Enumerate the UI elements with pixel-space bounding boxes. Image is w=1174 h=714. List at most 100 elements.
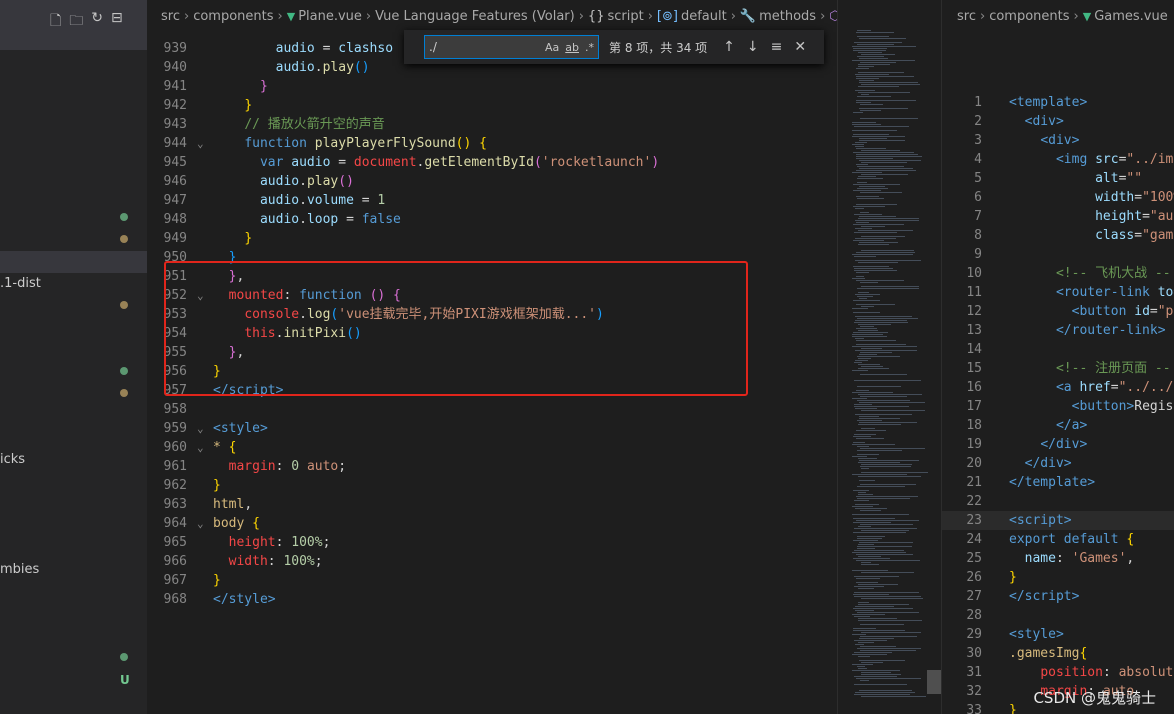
breadcrumb-src[interactable]: src (957, 9, 976, 24)
git-status-dot (120, 213, 128, 221)
minimap-line (861, 696, 926, 697)
find-in-selection-icon[interactable]: ≡ (771, 39, 783, 55)
minimap-line (855, 504, 879, 505)
minimap-line (853, 300, 880, 301)
minimap-line (861, 530, 909, 531)
minimap-line (858, 92, 910, 93)
file-item[interactable]: mbies (0, 562, 39, 577)
close-icon[interactable]: ✕ (794, 39, 806, 55)
minimap-line (858, 292, 869, 293)
minimap-line (861, 94, 869, 95)
minimap-line (852, 124, 881, 125)
minimap-line (855, 208, 864, 209)
minimap-line (852, 144, 864, 145)
minimap-line (855, 644, 864, 645)
scrollbar-thumb[interactable] (927, 670, 941, 694)
minimap-line (858, 642, 874, 643)
minimap-line (858, 364, 880, 365)
minimap-line (855, 320, 907, 321)
minimap-line (856, 204, 897, 205)
minimap-line (860, 680, 869, 681)
selected-file-row[interactable] (0, 251, 147, 273)
minimap-line (856, 678, 921, 679)
watermark: CSDN @鬼鬼骑士 (1033, 689, 1156, 707)
minimap-line (859, 418, 900, 419)
minimap-line (856, 32, 894, 33)
minimap-line (859, 140, 905, 141)
minimap-line (852, 552, 906, 553)
editor-games-vue[interactable]: src › components › ▼ Games.vue 1 <template> … (941, 0, 1174, 714)
minimap[interactable] (837, 0, 941, 714)
minimap-line (854, 684, 907, 685)
breadcrumb-script[interactable]: script (607, 9, 643, 24)
minimap-line (854, 586, 884, 587)
minimap-line (861, 562, 871, 563)
new-file-icon[interactable]: 🗋 (50, 10, 61, 34)
minimap-line (853, 332, 888, 333)
find-query[interactable]: ./ (429, 40, 539, 54)
collapse-all-icon[interactable]: ⊟ (111, 10, 123, 34)
minimap-line (854, 322, 908, 323)
file-item[interactable]: .1-dist (0, 276, 41, 291)
minimap-line (859, 638, 894, 639)
next-match-icon[interactable]: ↓ (747, 39, 759, 55)
minimap-line (860, 212, 869, 213)
breadcrumb-methods[interactable]: methods (759, 9, 816, 24)
minimap-line (860, 650, 916, 651)
match-count: 第 8 项，共 34 项 (609, 40, 708, 55)
minimap-line (857, 356, 900, 357)
minimap-line (855, 228, 872, 229)
minimap-line (859, 186, 885, 187)
minimap-line (855, 142, 867, 143)
minimap-line (853, 152, 914, 153)
minimap-line (858, 556, 881, 557)
minimap-line (861, 674, 901, 675)
new-folder-icon[interactable]: 🗀 (69, 10, 83, 34)
previous-match-icon[interactable]: ↑ (723, 39, 735, 55)
minimap-line (852, 654, 887, 655)
minimap-line (861, 598, 923, 599)
breadcrumb-src[interactable]: src (161, 9, 180, 24)
minimap-line (858, 218, 919, 219)
find-input[interactable]: ./ Aa ab .* (424, 35, 599, 59)
file-item[interactable]: icks (0, 452, 25, 467)
minimap-line (855, 606, 894, 607)
minimap-line (853, 48, 887, 49)
minimap-line (857, 178, 883, 179)
minimap-line (856, 276, 864, 277)
minimap-line (860, 448, 925, 449)
minimap-line (861, 286, 919, 287)
minimap-line (859, 58, 888, 59)
breadcrumb-default[interactable]: default (681, 9, 727, 24)
regex-toggle[interactable]: .* (585, 41, 594, 54)
minimap-line (860, 466, 911, 467)
breadcrumb-components[interactable]: components (989, 9, 1069, 24)
breadcrumb-language[interactable]: Vue Language Features (Volar) (375, 9, 575, 24)
minimap-line (858, 526, 871, 527)
breadcrumb-components[interactable]: components (193, 9, 273, 24)
minimap-line (857, 36, 889, 37)
minimap-line (861, 672, 891, 673)
minimap-line (853, 190, 881, 191)
minimap-line (857, 296, 873, 297)
minimap-line (860, 524, 913, 525)
minimap-line (857, 546, 912, 547)
minimap-line (854, 42, 902, 43)
breadcrumb-file[interactable]: Games.vue (1094, 9, 1168, 24)
minimap-line (853, 628, 876, 629)
match-case-toggle[interactable]: Aa (545, 41, 559, 54)
vue-icon: ▼ (286, 9, 296, 23)
minimap-line (857, 96, 891, 97)
breadcrumb-file[interactable]: Plane.vue (298, 9, 362, 24)
whole-word-toggle[interactable]: ab (565, 41, 579, 54)
minimap-line (856, 304, 895, 305)
minimap-line (856, 582, 878, 583)
minimap-line (856, 578, 880, 579)
minimap-line (852, 336, 887, 337)
method-icon: ⬡ (829, 8, 837, 24)
refresh-icon[interactable]: ↻ (91, 10, 103, 34)
minimap-line (853, 224, 904, 225)
minimap-line (861, 174, 908, 175)
minimap-line (859, 82, 918, 83)
explorer-sidebar: 🗋 🗀 ↻ ⊟ .1-dist icks mbies U (0, 0, 147, 714)
